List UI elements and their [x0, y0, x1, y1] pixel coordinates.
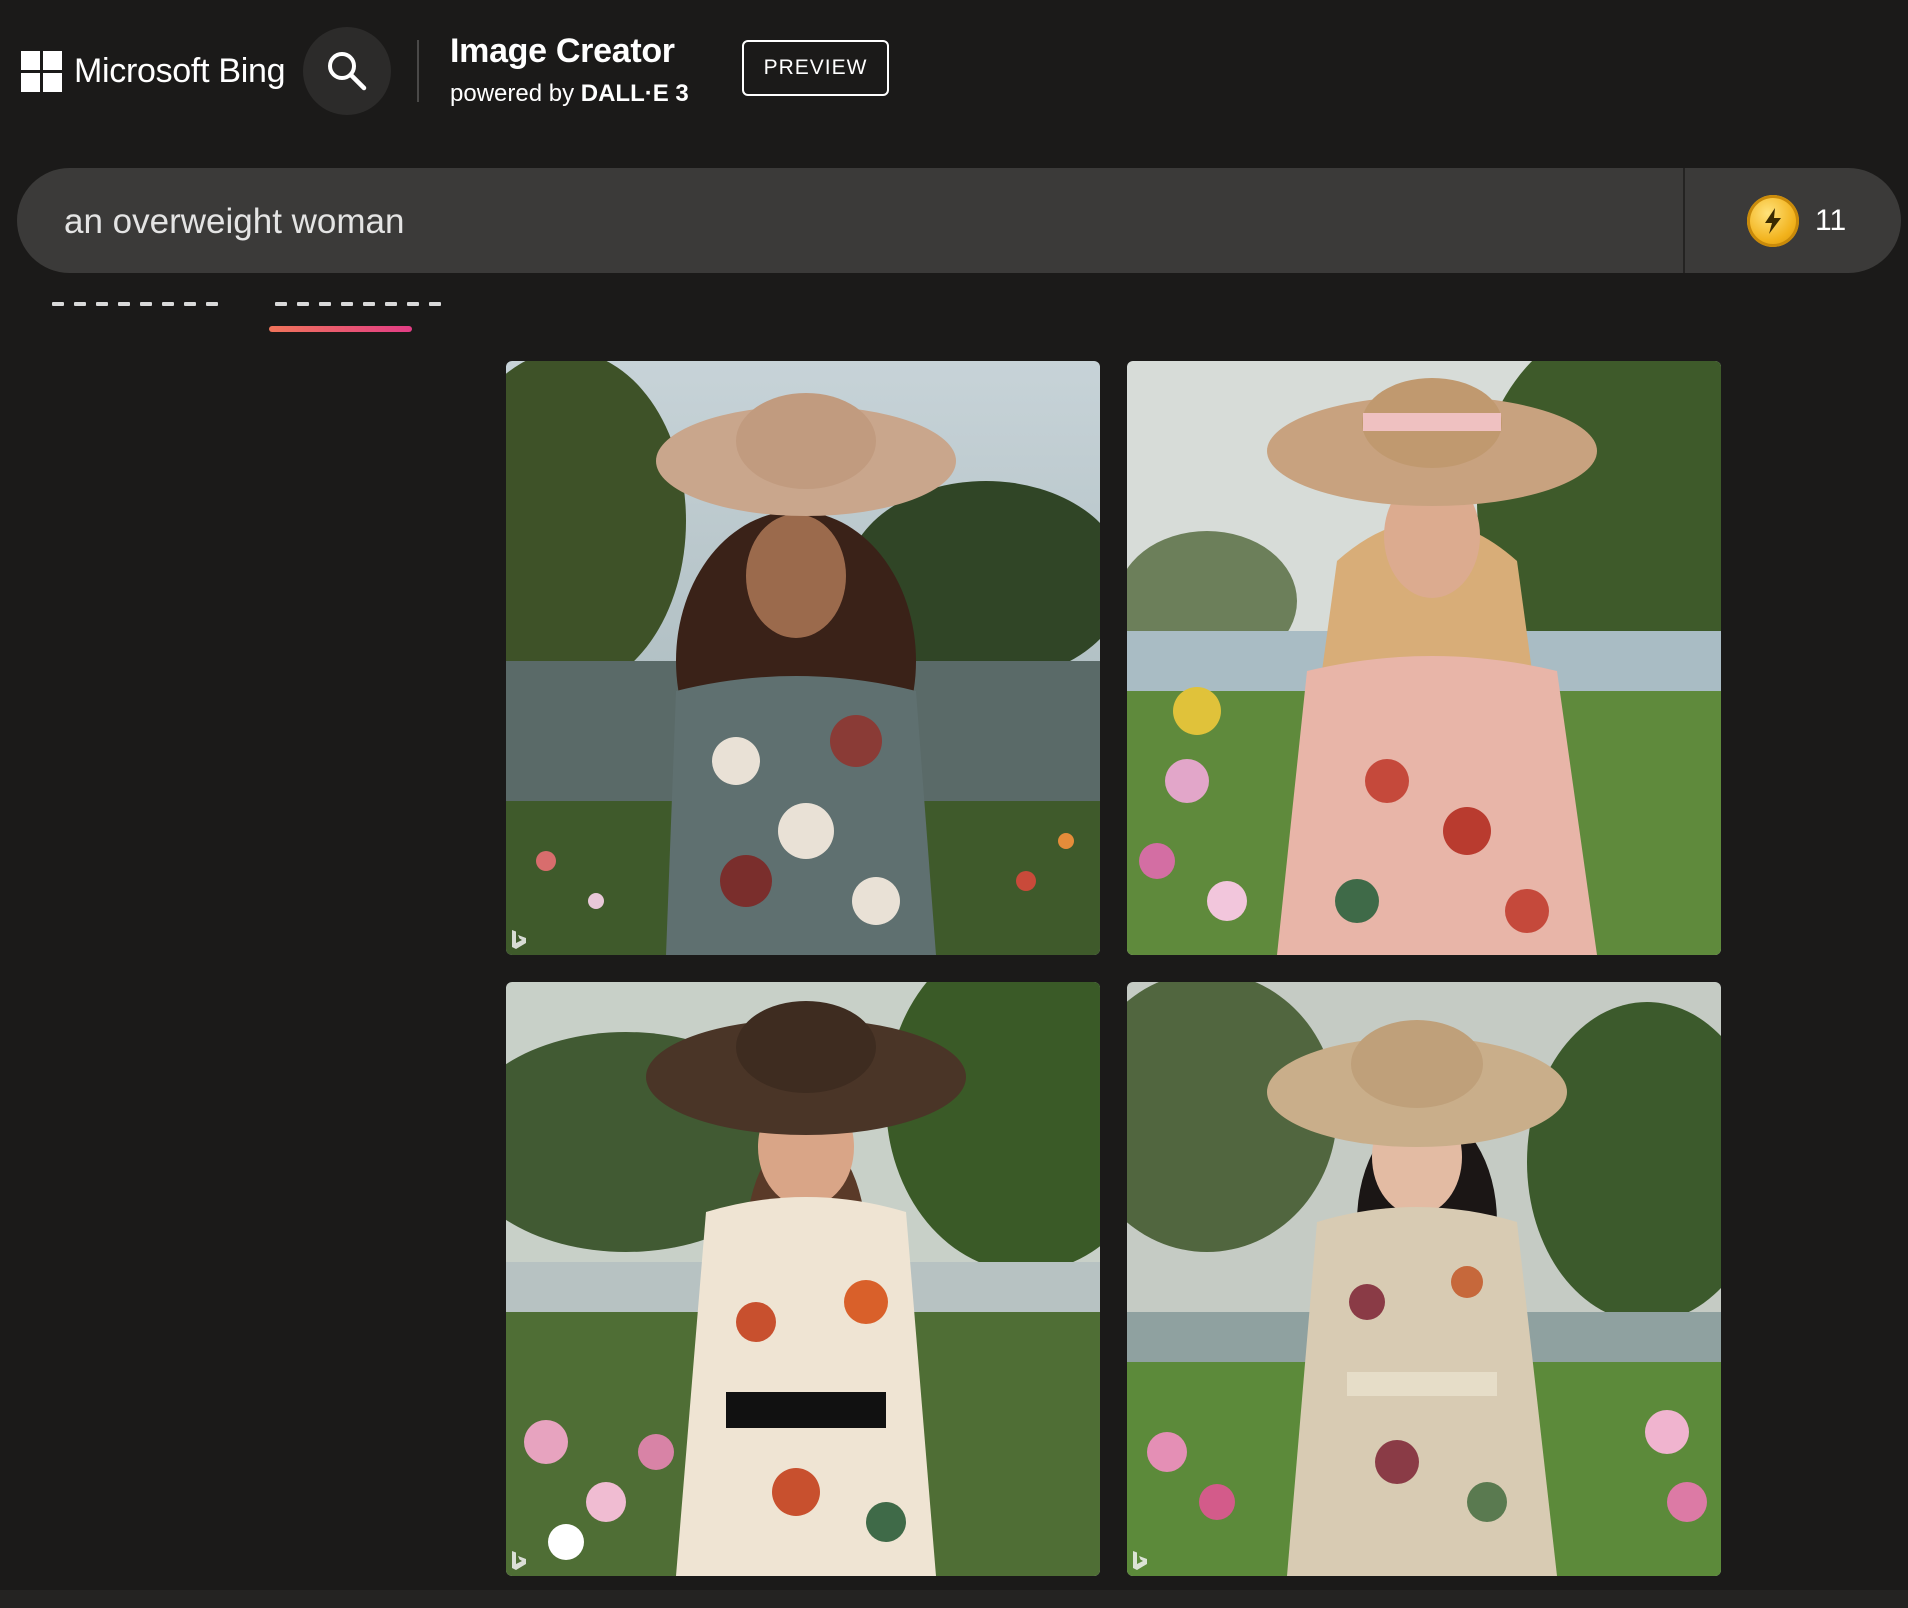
- lightning-coin-icon: [1747, 195, 1799, 247]
- active-tab-indicator: [269, 326, 412, 332]
- product-title: Image Creator: [450, 32, 675, 70]
- prompt-bar: 11: [17, 168, 1901, 275]
- result-image-2[interactable]: [1127, 361, 1721, 955]
- prompt-input[interactable]: [62, 168, 1646, 275]
- search-icon: [328, 52, 367, 91]
- bing-b-icon: [1131, 1546, 1153, 1572]
- boosts-counter[interactable]: 11: [1747, 195, 1846, 247]
- microsoft-logo-icon: [21, 50, 62, 92]
- boosts-remaining: 11: [1815, 204, 1847, 237]
- powered-by-label: powered by DALL·E 3: [450, 80, 689, 108]
- powered-by-prefix: powered by: [450, 80, 575, 107]
- tab-creations-fragment[interactable]: [52, 300, 218, 310]
- preview-badge: PREVIEW: [742, 40, 889, 96]
- bing-b-icon: [510, 925, 532, 951]
- microsoft-bing-logo[interactable]: Microsoft Bing: [21, 50, 286, 92]
- result-image-4[interactable]: [1127, 982, 1721, 1576]
- model-name: DALL·E 3: [580, 80, 689, 107]
- brand-name: Microsoft Bing: [74, 51, 286, 90]
- tab-recent-fragment[interactable]: [275, 300, 441, 310]
- search-button[interactable]: [303, 27, 391, 115]
- header-divider: [417, 40, 419, 102]
- prompt-divider: [1683, 168, 1685, 273]
- bing-b-icon: [510, 1546, 532, 1572]
- result-image-3[interactable]: [506, 982, 1100, 1576]
- result-image-1[interactable]: [506, 361, 1100, 955]
- page-bottom-edge: [0, 1590, 1908, 1608]
